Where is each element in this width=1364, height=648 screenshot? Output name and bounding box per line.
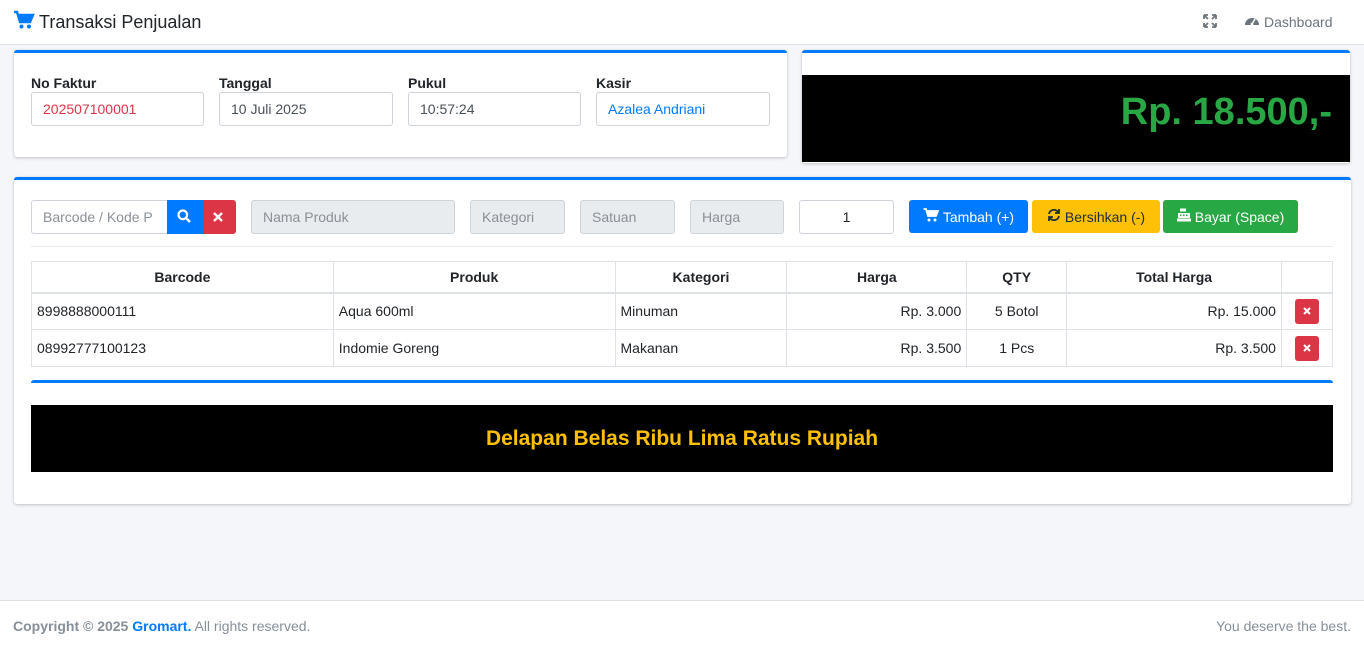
barcode-input[interactable]: Barcode / Kode P — [31, 200, 168, 234]
cash-register-icon — [1176, 208, 1195, 225]
grand-total-card: Rp. 18.500,- — [802, 50, 1350, 163]
transaction-card: Barcode / Kode P Nama Produk Kategori Sa… — [14, 177, 1351, 504]
page-title: Transaksi Penjualan — [13, 10, 201, 35]
cart-plus-icon — [923, 208, 943, 225]
cell-total: Rp. 15.000 — [1066, 292, 1282, 330]
fullscreen-icon[interactable] — [1203, 14, 1217, 31]
rights-text: All rights reserved. — [194, 618, 311, 634]
no-faktur-field[interactable]: 202507100001 — [31, 92, 204, 126]
terbilang-display: Delapan Belas Ribu Lima Ratus Rupiah — [31, 405, 1333, 472]
nama-produk-field: Nama Produk — [251, 200, 455, 234]
bersihkan-label: Bersihkan (-) — [1064, 208, 1146, 225]
col-barcode: Barcode — [31, 261, 334, 294]
page-title-text: Transaksi Penjualan — [39, 12, 202, 32]
search-button[interactable] — [167, 200, 204, 234]
cell-barcode: 8998888000111 — [31, 292, 334, 330]
close-icon — [212, 209, 227, 225]
col-qty: QTY — [966, 261, 1068, 294]
cell-action — [1280, 292, 1334, 330]
pukul-field[interactable]: 10:57:24 — [408, 92, 581, 126]
col-total-harga: Total Harga — [1066, 261, 1282, 294]
cell-kategori: Minuman — [614, 292, 788, 330]
top-navbar: Transaksi Penjualan Dashboard — [0, 0, 1364, 45]
footer-tagline: You deserve the best. — [1216, 618, 1351, 634]
dashboard-label: Dashboard — [1264, 13, 1333, 30]
cart-icon — [13, 10, 39, 35]
cell-action — [1280, 329, 1334, 367]
qty-input[interactable]: 1 — [799, 200, 894, 234]
delete-row-button[interactable] — [1294, 298, 1319, 324]
cell-qty: 1 Pcs — [966, 329, 1068, 367]
satuan-field: Satuan — [580, 200, 675, 234]
cell-kategori: Makanan — [614, 329, 788, 367]
brand-link[interactable]: Gromart. — [132, 618, 191, 634]
kasir-field[interactable]: Azalea Andriani — [596, 92, 770, 126]
tambah-button[interactable]: Tambah (+) — [909, 200, 1028, 233]
no-faktur-label: No Faktur — [31, 75, 97, 91]
tanggal-field[interactable]: 10 Juli 2025 — [219, 92, 393, 126]
refresh-icon — [1047, 208, 1065, 225]
grand-total-value: Rp. 18.500,- — [1120, 91, 1332, 133]
table-row: 8998888000111 Aqua 600ml Minuman Rp. 3.0… — [31, 292, 1334, 330]
bersihkan-button[interactable]: Bersihkan (-) — [1032, 200, 1160, 233]
cell-produk: Indomie Goreng — [332, 329, 616, 367]
grand-total-display: Rp. 18.500,- — [802, 75, 1350, 162]
col-harga: Harga — [786, 261, 968, 294]
close-icon — [1303, 344, 1311, 352]
kasir-label: Kasir — [596, 75, 632, 91]
search-icon — [176, 208, 195, 226]
table-header-row: Barcode Produk Kategori Harga QTY Total … — [31, 261, 1334, 294]
bayar-button[interactable]: Bayar (Space) — [1163, 200, 1298, 233]
col-action — [1280, 261, 1334, 294]
bayar-label: Bayar (Space) — [1194, 208, 1285, 225]
copyright: Copyright © 2025 Gromart. All rights res… — [13, 618, 310, 634]
tambah-label: Tambah (+) — [942, 208, 1015, 225]
entry-divider — [31, 246, 1333, 247]
footer: Copyright © 2025 Gromart. All rights res… — [0, 600, 1364, 648]
col-kategori: Kategori — [614, 261, 788, 294]
col-produk: Produk — [332, 261, 616, 294]
table-row: 08992777100123 Indomie Goreng Makanan Rp… — [31, 329, 1334, 367]
close-icon — [1303, 307, 1311, 315]
copyright-prefix: Copyright © 2025 — [13, 618, 129, 634]
clear-barcode-button[interactable] — [203, 200, 236, 234]
cell-barcode: 08992777100123 — [31, 329, 334, 367]
invoice-info-card: No Faktur 202507100001 Tanggal 10 Juli 2… — [14, 50, 787, 157]
terbilang-card: Delapan Belas Ribu Lima Ratus Rupiah — [31, 380, 1333, 472]
dashboard-link[interactable]: Dashboard — [1244, 13, 1333, 30]
harga-field: Harga — [690, 200, 784, 234]
cart-table: Barcode Produk Kategori Harga QTY Total … — [31, 261, 1334, 367]
cell-harga: Rp. 3.500 — [786, 329, 968, 367]
kategori-field: Kategori — [470, 200, 565, 234]
cell-total: Rp. 3.500 — [1066, 329, 1282, 367]
pukul-label: Pukul — [408, 75, 447, 91]
delete-row-button[interactable] — [1294, 335, 1319, 361]
tanggal-label: Tanggal — [219, 75, 272, 91]
cell-harga: Rp. 3.000 — [786, 292, 968, 330]
cell-qty: 5 Botol — [966, 292, 1068, 330]
cell-produk: Aqua 600ml — [332, 292, 616, 330]
tachometer-icon — [1244, 13, 1264, 30]
